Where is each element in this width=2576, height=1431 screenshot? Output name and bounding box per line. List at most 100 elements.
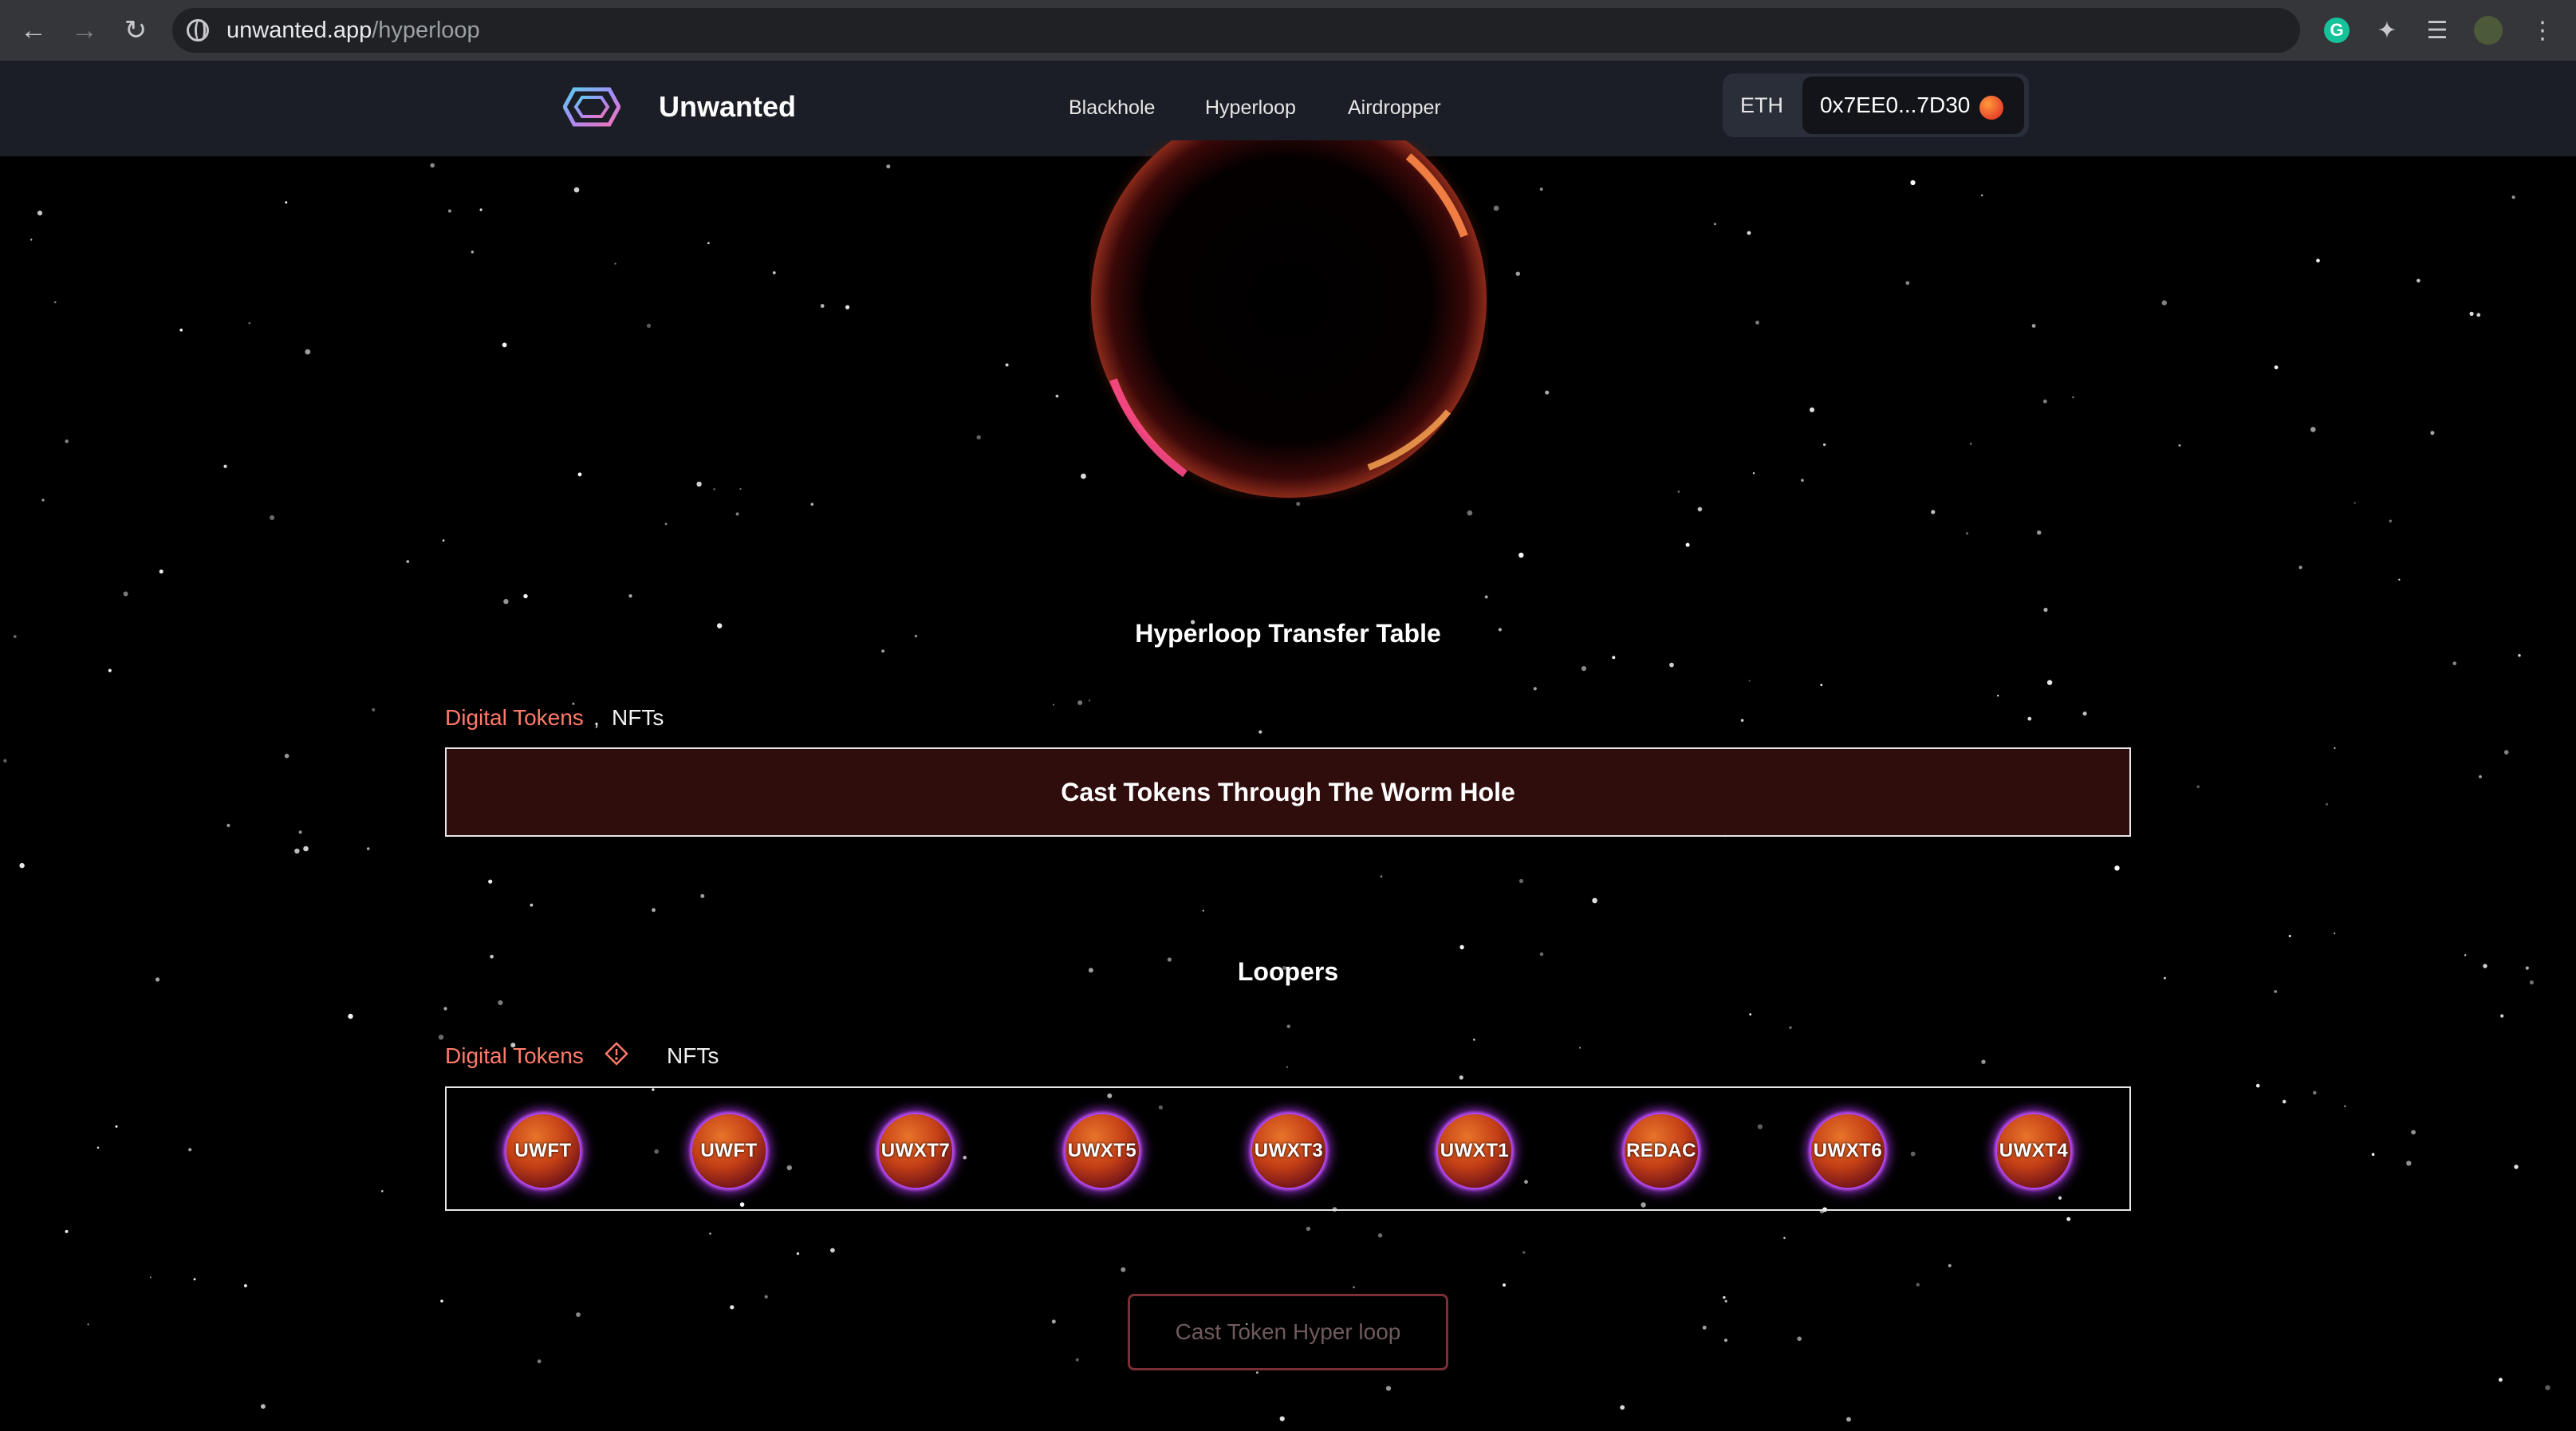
token-uwxt1[interactable]: UWXT1	[1438, 1114, 1511, 1188]
star	[1820, 684, 1823, 687]
star	[1286, 1066, 1288, 1068]
star	[2411, 1129, 2416, 1135]
unwanted-logo-icon[interactable]	[563, 85, 620, 129]
star	[440, 1299, 443, 1303]
token-uwxt6[interactable]: UWXT6	[1811, 1114, 1885, 1188]
star	[149, 1276, 152, 1279]
star	[1612, 656, 1616, 660]
star	[1789, 1026, 1792, 1030]
puzzle-icon[interactable]: ✦	[2373, 16, 2401, 45]
star	[830, 1248, 835, 1253]
diamond-icon[interactable]	[605, 1042, 628, 1066]
star	[530, 903, 534, 907]
star	[30, 238, 33, 241]
token-uwft-2[interactable]: UWFT	[692, 1114, 766, 1188]
star	[764, 1295, 768, 1299]
media-queue-icon[interactable]: ☰	[2423, 16, 2452, 45]
star	[1810, 407, 1814, 412]
star	[285, 201, 288, 204]
star	[1822, 443, 1826, 447]
star	[2499, 1378, 2503, 1382]
nav-hyperloop[interactable]: Hyperloop	[1205, 96, 1296, 120]
browser-toolbar: ← → ↻ unwanted.app/hyperloop G ✦ ☰ ⋮	[0, 0, 2576, 61]
loopers-tab-nfts[interactable]: NFTs	[667, 1043, 719, 1069]
transfer-dropzone[interactable]: Cast Tokens Through The Worm Hole	[445, 747, 2131, 837]
star	[1296, 502, 1301, 507]
star	[372, 708, 376, 712]
star	[881, 649, 884, 653]
star	[709, 1232, 711, 1235]
tab-digital-tokens[interactable]: Digital Tokens	[445, 705, 584, 731]
star	[796, 1252, 800, 1256]
token-uwft[interactable]: UWFT	[506, 1114, 580, 1188]
star	[97, 1146, 100, 1149]
star	[1931, 510, 1936, 514]
star	[1702, 1325, 1707, 1330]
star	[2430, 431, 2435, 436]
star	[223, 464, 227, 468]
star	[1380, 875, 1383, 877]
star	[573, 187, 580, 193]
back-icon[interactable]: ←	[16, 13, 51, 48]
nav-airdropper[interactable]: Airdropper	[1348, 96, 1441, 120]
star	[700, 893, 705, 898]
star	[1846, 1417, 1851, 1422]
star	[188, 1148, 192, 1152]
token-uwxt3[interactable]: UWXT3	[1252, 1114, 1325, 1188]
tab-nfts[interactable]: NFTs	[612, 705, 664, 731]
star	[1797, 1336, 1802, 1342]
star	[2196, 785, 2200, 789]
star	[1755, 321, 1759, 325]
star	[1749, 1013, 1752, 1016]
star	[2313, 1090, 2317, 1095]
token-uwxt7[interactable]: UWXT7	[879, 1114, 952, 1188]
forward-icon[interactable]: →	[67, 13, 102, 48]
star	[696, 481, 702, 487]
star	[261, 1404, 266, 1409]
profile-avatar[interactable]	[2474, 16, 2503, 45]
star	[1493, 205, 1499, 211]
star	[1515, 271, 1521, 276]
brand-name[interactable]: Unwanted	[659, 91, 796, 123]
star	[1579, 1047, 1581, 1049]
star	[2072, 396, 2074, 399]
grammarly-icon[interactable]: G	[2324, 18, 2350, 43]
star	[628, 594, 632, 598]
token-uwxt4[interactable]: UWXT4	[1997, 1114, 2070, 1188]
menu-icon[interactable]: ⋮	[2528, 16, 2557, 45]
address-bar[interactable]: unwanted.app/hyperloop	[172, 8, 2300, 53]
token-label: UWXT3	[1254, 1140, 1324, 1161]
url-text[interactable]: unwanted.app/hyperloop	[226, 18, 480, 43]
wallet-widget[interactable]: ETH 0x7EE0...7D30	[1723, 73, 2029, 137]
star	[2452, 661, 2457, 665]
star	[735, 512, 739, 516]
star	[646, 323, 652, 328]
star	[1533, 687, 1537, 691]
star	[2178, 444, 2181, 447]
star	[479, 208, 483, 211]
account-button[interactable]: 0x7EE0...7D30	[1802, 77, 2024, 134]
token-redac[interactable]: REDAC	[1625, 1114, 1698, 1188]
star	[1518, 552, 1524, 558]
star	[2389, 519, 2392, 522]
network-badge[interactable]: ETH	[1723, 73, 1801, 137]
star	[1306, 1226, 1311, 1232]
token-uwxt5[interactable]: UWXT5	[1065, 1114, 1139, 1188]
star	[537, 1359, 542, 1364]
star	[845, 305, 850, 309]
star	[730, 1305, 735, 1310]
star	[438, 1035, 444, 1040]
star	[108, 668, 112, 672]
star	[2082, 712, 2087, 716]
loopers-tab-digital-tokens[interactable]: Digital Tokens	[445, 1043, 584, 1069]
star	[2398, 578, 2401, 581]
cast-token-hyperloop-button[interactable]: Cast Token Hyper loop	[1128, 1294, 1448, 1370]
reload-icon[interactable]: ↻	[118, 13, 153, 48]
star	[1747, 231, 1751, 235]
star	[447, 209, 452, 213]
star	[1051, 1319, 1056, 1324]
star	[2027, 716, 2032, 721]
globe-icon[interactable]	[187, 19, 209, 41]
star	[381, 1190, 384, 1192]
nav-blackhole[interactable]: Blackhole	[1069, 96, 1155, 120]
